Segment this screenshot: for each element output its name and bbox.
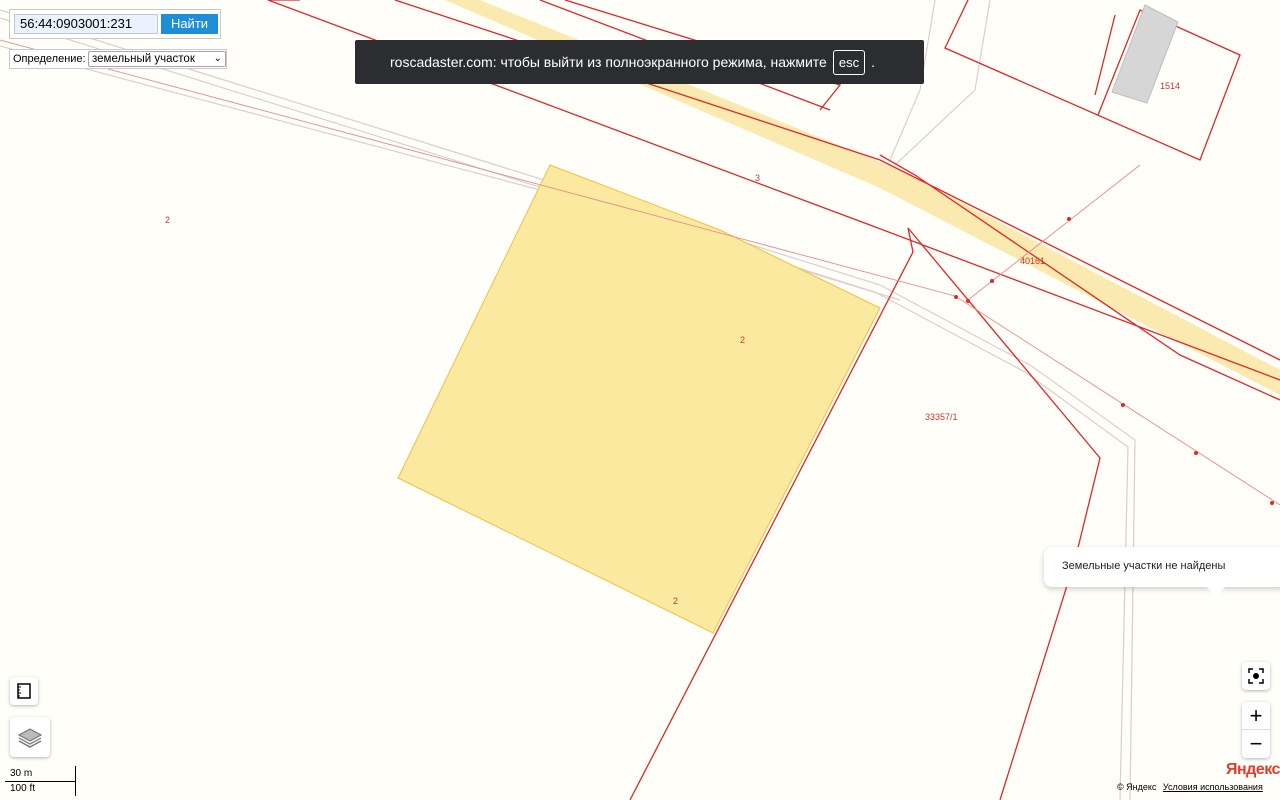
definition-panel: Определение: земельный участок ⌄ xyxy=(9,49,227,69)
copyright: © Яндекс Условия использования xyxy=(1117,782,1263,792)
info-popup-tail xyxy=(1206,586,1226,597)
zoom-control: + − xyxy=(1242,702,1270,758)
zoom-out-button[interactable]: − xyxy=(1242,730,1270,758)
parcel-label: 40161 xyxy=(1020,256,1046,266)
definition-selected-value: земельный участок xyxy=(92,53,195,65)
layers-icon xyxy=(17,728,43,748)
search-button[interactable]: Найти xyxy=(161,14,218,34)
scale-imperial: 100 ft xyxy=(10,783,36,794)
parcel-label: 2 xyxy=(740,335,746,345)
info-popup-text: Земельные участки не найдены xyxy=(1062,560,1226,572)
definition-label: Определение: xyxy=(13,53,86,65)
scale-tick xyxy=(75,766,76,796)
chevron-down-icon: ⌄ xyxy=(213,53,222,64)
parcel-label: 2 xyxy=(165,215,171,225)
cadastral-number-input[interactable]: 56:44:0903001:231 xyxy=(14,14,158,34)
fullscreen-notice-text: roscadaster.com: чтобы выйти из полноэкр… xyxy=(390,54,827,70)
ruler-button[interactable] xyxy=(10,677,38,705)
cadastral-map[interactable] xyxy=(0,0,1280,800)
parcel-label: 33357/1 xyxy=(925,412,958,422)
zoom-in-button[interactable]: + xyxy=(1242,702,1270,730)
parcel-label: 2 xyxy=(673,596,679,606)
parcel-label: 1514 xyxy=(1160,81,1181,91)
copyright-text: © Яндекс xyxy=(1117,782,1157,792)
scale-metric: 30 m xyxy=(5,768,75,782)
yandex-logo[interactable]: Яндекс xyxy=(1226,761,1280,779)
locate-button[interactable] xyxy=(1242,662,1270,690)
info-popup: Земельные участки не найдены xyxy=(1044,547,1280,587)
layers-button[interactable] xyxy=(10,717,50,757)
ruler-icon xyxy=(17,683,31,699)
terms-link[interactable]: Условия использования xyxy=(1163,782,1263,792)
fullscreen-notice-suffix: . xyxy=(871,54,875,70)
definition-select[interactable]: земельный участок ⌄ xyxy=(88,51,226,67)
parcel-label: 3 xyxy=(755,173,761,183)
scale-bar: 30 m 100 ft xyxy=(5,766,77,796)
locate-icon xyxy=(1248,668,1264,684)
fullscreen-notice: roscadaster.com: чтобы выйти из полноэкр… xyxy=(355,40,924,84)
esc-key: esc xyxy=(832,49,866,75)
search-panel: 56:44:0903001:231 Найти xyxy=(9,9,221,39)
